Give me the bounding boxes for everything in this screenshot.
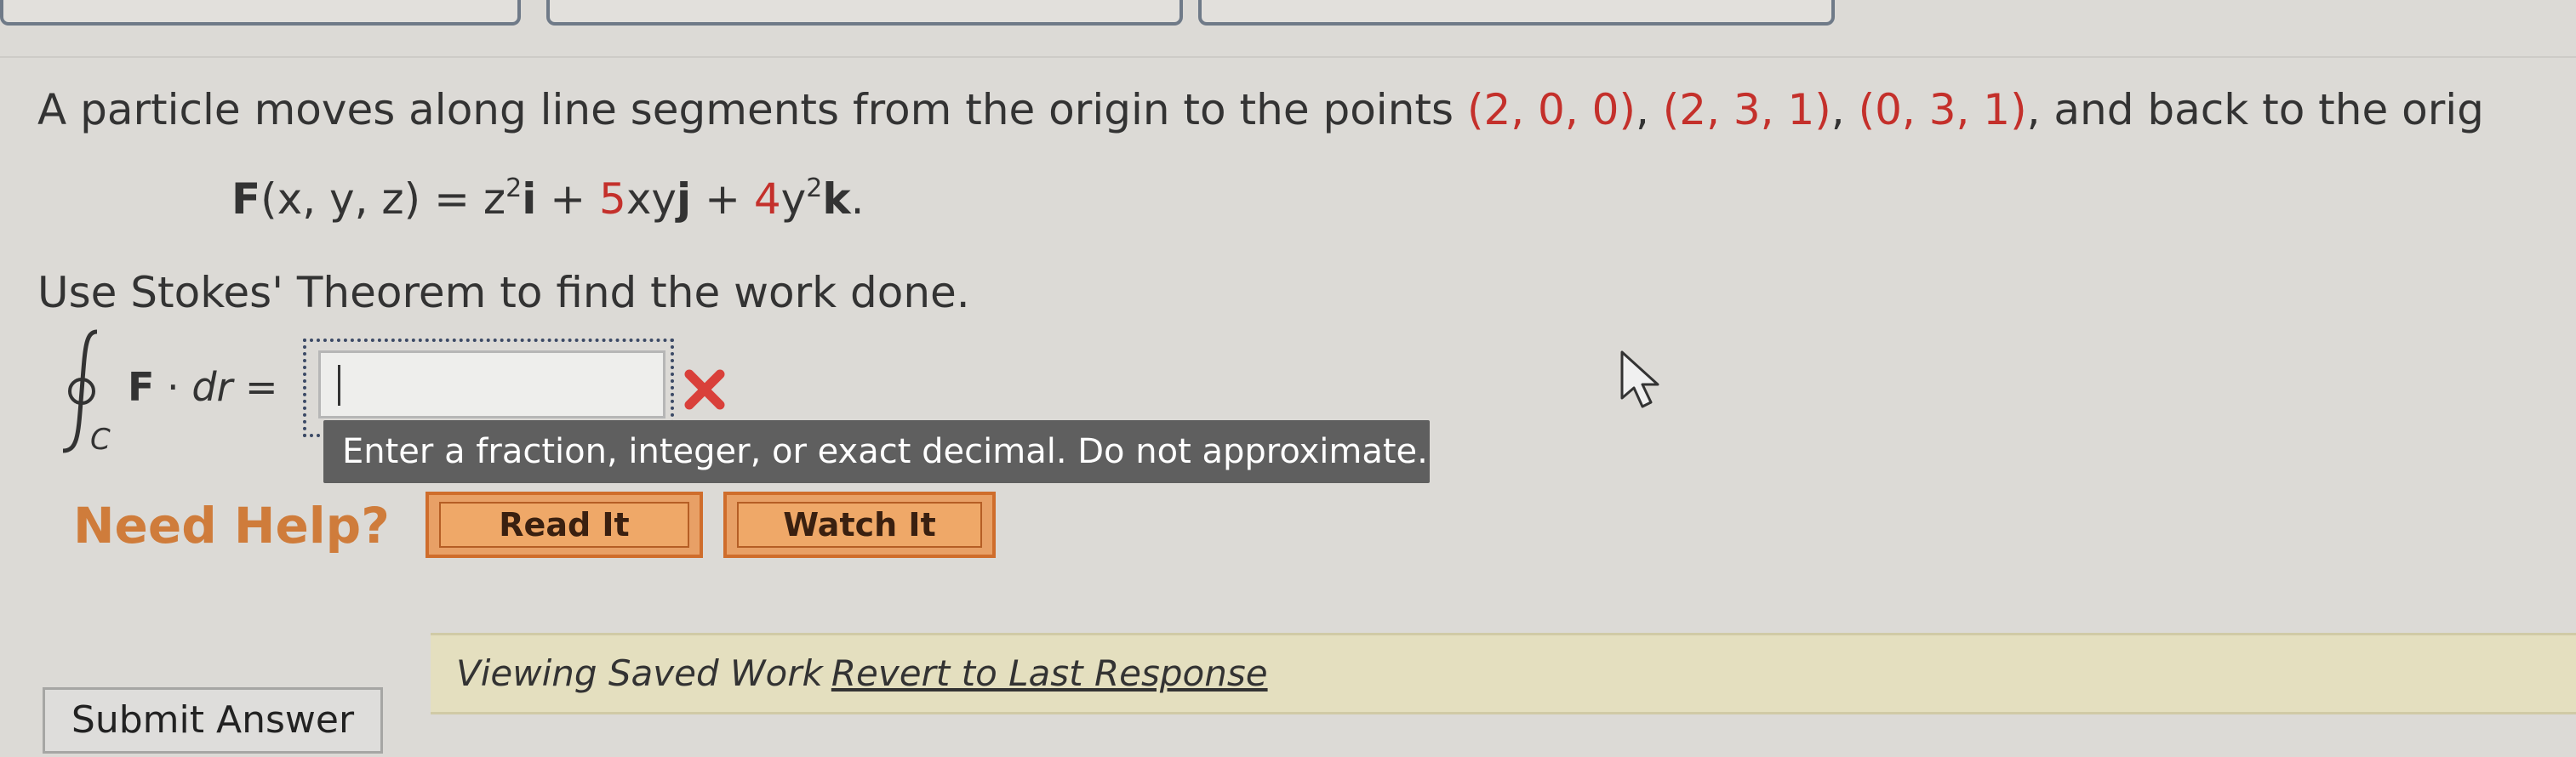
- incorrect-x-icon: [681, 366, 728, 413]
- plus-2: +: [691, 174, 754, 224]
- watch-it-label: Watch It: [737, 502, 982, 548]
- field-name: F: [231, 174, 261, 224]
- section-divider: [0, 56, 2576, 58]
- integrand-dr: dr: [191, 364, 233, 410]
- separator-2: ,: [1831, 85, 1859, 134]
- answer-format-tooltip: Enter a fraction, integer, or exact deci…: [323, 420, 1430, 483]
- exponent-3: 2: [806, 174, 823, 203]
- coefficient-2: 5: [599, 174, 626, 224]
- saved-work-label: Viewing Saved Work: [456, 652, 823, 694]
- read-it-label: Read It: [439, 502, 689, 548]
- field-args: (x, y, z) = z: [260, 174, 506, 224]
- term-2: xy: [625, 174, 677, 224]
- submit-answer-button[interactable]: Submit Answer: [43, 687, 383, 754]
- term-3: y: [780, 174, 807, 224]
- top-tab-2[interactable]: [546, 0, 1183, 26]
- point-1: (2, 0, 0): [1466, 85, 1636, 134]
- read-it-button[interactable]: Read It: [426, 492, 703, 558]
- unit-i: i: [522, 174, 537, 224]
- unit-k: k: [822, 174, 851, 224]
- separator-1: ,: [1635, 85, 1663, 134]
- mouse-pointer-icon: [1617, 349, 1668, 412]
- integrand-f: F: [128, 364, 155, 410]
- point-3: (0, 3, 1): [1858, 85, 2027, 134]
- unit-j: j: [677, 174, 692, 224]
- top-tab-3[interactable]: [1198, 0, 1835, 26]
- exponent-1: 2: [505, 174, 523, 203]
- point-2: (2, 3, 1): [1662, 85, 1831, 134]
- saved-work-text: Viewing Saved Work Revert to Last Respons…: [456, 652, 1268, 694]
- integrand-equals: =: [232, 364, 278, 410]
- vector-field-equation: F(x, y, z) = z2i + 5xyj + 4y2k.: [231, 174, 865, 224]
- integrand-label: F · dr =: [128, 364, 278, 410]
- text-caret: [338, 365, 340, 406]
- plus-1: +: [536, 174, 600, 224]
- answer-input[interactable]: [318, 350, 665, 418]
- question-text: A particle moves along line segments fro…: [37, 85, 2484, 134]
- instruction-text: Use Stokes' Theorem to find the work don…: [37, 268, 970, 317]
- watch-it-button[interactable]: Watch It: [723, 492, 996, 558]
- need-help-label: Need Help?: [73, 497, 390, 555]
- equation-end: .: [850, 174, 865, 224]
- top-tab-1[interactable]: [0, 0, 521, 26]
- coefficient-3: 4: [753, 174, 781, 224]
- revert-link[interactable]: Revert to Last Response: [831, 652, 1268, 694]
- saved-work-banner: Viewing Saved Work Revert to Last Respons…: [431, 633, 2576, 714]
- integrand-dot: ·: [154, 364, 192, 410]
- question-intro: A particle moves along line segments fro…: [37, 85, 1467, 134]
- question-tail: , and back to the orig: [2026, 85, 2484, 134]
- line-integral-symbol: C: [48, 323, 124, 459]
- integral-subscript: C: [90, 423, 111, 457]
